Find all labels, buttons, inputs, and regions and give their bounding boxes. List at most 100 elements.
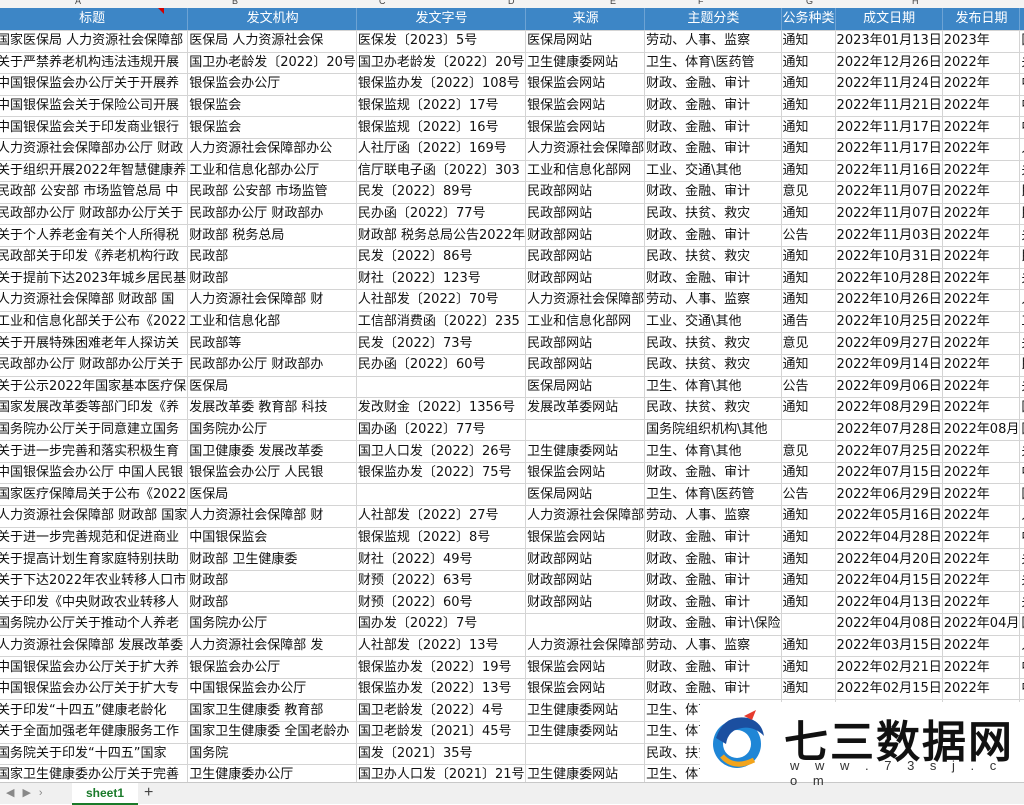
table-cell[interactable]: 卫生健康委网站 [525,699,646,722]
table-cell[interactable]: 关于印发“十四五”健康老龄化 [0,699,189,722]
table-cell[interactable]: 民政部网站 [525,203,646,226]
table-cell[interactable]: 财政部网站 [525,570,646,593]
table-cell[interactable]: 卫生、体育\其他 [644,376,782,399]
table-cell[interactable]: 银保监规〔2022〕8号 [356,527,527,550]
table-cell[interactable]: 关于提前下达2023年城乡居民基 [0,268,189,291]
table-cell[interactable]: 通知 [781,52,836,75]
table-cell[interactable]: 财政、金融、审计 [644,181,782,204]
table-cell[interactable]: 通知 [781,203,836,226]
table-cell[interactable]: 人力资源社会 [1019,505,1024,528]
table-cell[interactable]: 财政、金融、审计 [644,95,782,118]
table-cell[interactable]: 工业和信息化 [1019,311,1024,334]
column-letter[interactable]: A [75,0,81,6]
table-cell[interactable]: 关于严禁养老机构违法违规开展 [0,52,189,75]
table-cell[interactable]: 中国银保监会 [187,527,357,550]
table-cell[interactable]: 2022年 [942,95,1021,118]
table-cell[interactable]: 2022年11月24日 [835,73,943,96]
table-cell[interactable]: 中国银保监会关于保险公司开展 [0,95,189,118]
table-cell[interactable]: 银保监办发〔2022〕19号 [356,656,527,679]
table-cell[interactable]: 人社部发〔2022〕70号 [356,289,527,312]
table-cell[interactable]: 人力资源社会保障部 财政部 国 [0,289,189,312]
table-cell[interactable]: 财政、金融、审计\保险 [644,613,782,636]
table-cell[interactable]: 财政、金融、审计 [644,268,782,291]
table-cell[interactable]: 人力资源社会保障部 [525,635,646,658]
table-cell[interactable]: 国务院 [187,743,357,766]
table-cell[interactable]: 2022年10月25日 [835,311,943,334]
table-cell[interactable]: 医保局 [187,483,357,507]
table-cell[interactable]: 医保局网站 [525,483,646,507]
table-cell[interactable]: 银保监办发〔2022〕75号 [356,462,527,485]
table-cell[interactable] [781,419,836,442]
table-cell[interactable]: 工业和信息化部办公厅 [187,160,357,183]
table-cell[interactable]: 通知 [781,246,836,269]
table-cell[interactable]: 2022年04月08日 [835,613,943,636]
table-cell[interactable]: 2022年 [942,268,1021,291]
table-cell[interactable]: 关于开展特殊 [1019,332,1024,355]
table-cell[interactable]: 发展改革委网站 [525,397,646,420]
table-cell[interactable]: 国家医疗保障局关于公布《2022 [0,483,189,507]
table-cell[interactable]: 民政部网站 [525,354,646,377]
table-cell[interactable]: 人力资源社会保障部 发展改革委 [0,635,189,658]
table-cell[interactable]: 中国银保监会关于印发商业银行 [0,116,189,139]
table-cell[interactable]: 2022年09月27日 [835,332,943,355]
table-cell[interactable]: 卫生健康委办公厅 [187,764,357,782]
table-cell[interactable]: 意见 [781,440,836,463]
table-cell[interactable]: 中国银保监会办公厅关于扩大专 [0,678,189,701]
table-cell[interactable]: 民政部网站 [525,332,646,355]
table-cell[interactable]: 通知 [781,548,836,571]
table-cell[interactable]: 财预〔2022〕63号 [356,570,527,593]
table-cell[interactable]: 财政、金融、审计 [644,138,782,161]
table-cell[interactable]: 财政部 [187,591,357,615]
table-cell[interactable]: 劳动、人事、监察 [644,505,782,528]
table-cell[interactable]: 国家发展改革委等部门印发《养 [0,397,189,420]
table-cell[interactable]: 2022年 [942,505,1021,528]
table-cell[interactable]: 银保监会 [187,116,357,139]
table-cell[interactable]: 人社部发〔2022〕13号 [356,635,527,658]
column-letter[interactable]: F [698,0,704,6]
table-cell[interactable]: 人力资源社会保障部 财政部 国家 [0,505,189,528]
table-cell[interactable]: 国务院办公厅 [187,419,357,442]
table-cell[interactable]: 民政、扶贫、救灾 [644,203,782,226]
table-cell[interactable]: 国家卫生健康委 教育部 [187,699,357,722]
table-cell[interactable]: 2022年 [942,52,1021,75]
table-cell[interactable]: 国卫办人口发〔2021〕21号 [356,764,527,782]
table-cell[interactable]: 国务院办公厅关于同意建立国务 [0,419,189,442]
table-cell[interactable]: 关于进一步完善和落实积极生育 [0,440,189,463]
table-cell[interactable]: 民发〔2022〕86号 [356,246,527,269]
table-cell[interactable]: 民政部办公厅 [1019,354,1024,377]
table-cell[interactable]: 财政、金融、审计 [644,656,782,679]
table-cell[interactable]: 通知 [781,635,836,658]
table-cell[interactable]: 2022年10月31日 [835,246,943,269]
table-cell[interactable]: 人力资源社会保障部 财 [187,505,357,528]
spreadsheet-area[interactable]: A B C D E F G H 标题 发文机构 发文字号 来源 主题分类 公务种类 成文日期… [0,0,1024,782]
table-cell[interactable]: 财政部 税务总局公告2022年 [356,224,527,247]
table-cell[interactable]: 财政、金融、审计 [644,73,782,96]
table-cell[interactable]: 人力资源社会保障部 [525,289,646,312]
table-cell[interactable]: 2022年04月28日 [835,527,943,550]
table-cell[interactable]: 通知 [781,268,836,291]
sheet-tab[interactable]: sheet1 [72,783,139,805]
table-cell[interactable]: 银保监办发〔2022〕108号 [356,73,527,96]
table-cell[interactable]: 2022年03月15日 [835,635,943,658]
table-cell[interactable]: 通知 [781,160,836,183]
column-letter[interactable]: C [379,0,386,6]
column-header[interactable]: 发文字号 [356,8,527,31]
table-cell[interactable]: 人力资源社会保障部办公 [187,138,357,161]
table-cell[interactable]: 通知 [781,95,836,118]
table-cell[interactable]: 工业、交通\其他 [644,160,782,183]
table-cell[interactable]: 中国银保监会 [1019,73,1024,96]
column-header[interactable] [1019,8,1024,31]
table-cell[interactable]: 中国银保监会 [1019,462,1024,485]
table-cell[interactable]: 2022年 [942,246,1021,269]
table-cell[interactable]: 银保监会网站 [525,527,646,550]
table-cell[interactable]: 2022年 [942,462,1021,485]
table-cell[interactable]: 国办函〔2022〕77号 [356,419,527,442]
table-cell[interactable]: 通知 [781,138,836,161]
table-cell[interactable]: 中国银保监会办公厅 中国人民银 [0,462,189,485]
table-cell[interactable]: 关于下达2022年农业转移人口市 [0,570,189,593]
table-cell[interactable]: 2022年11月07日 [835,203,943,226]
table-cell[interactable]: 财政、金融、审计 [644,678,782,701]
table-cell[interactable]: 民发〔2022〕89号 [356,181,527,204]
table-cell[interactable]: 中国银保监会 [1019,95,1024,118]
table-cell[interactable]: 民政、扶贫、救灾 [644,246,782,269]
